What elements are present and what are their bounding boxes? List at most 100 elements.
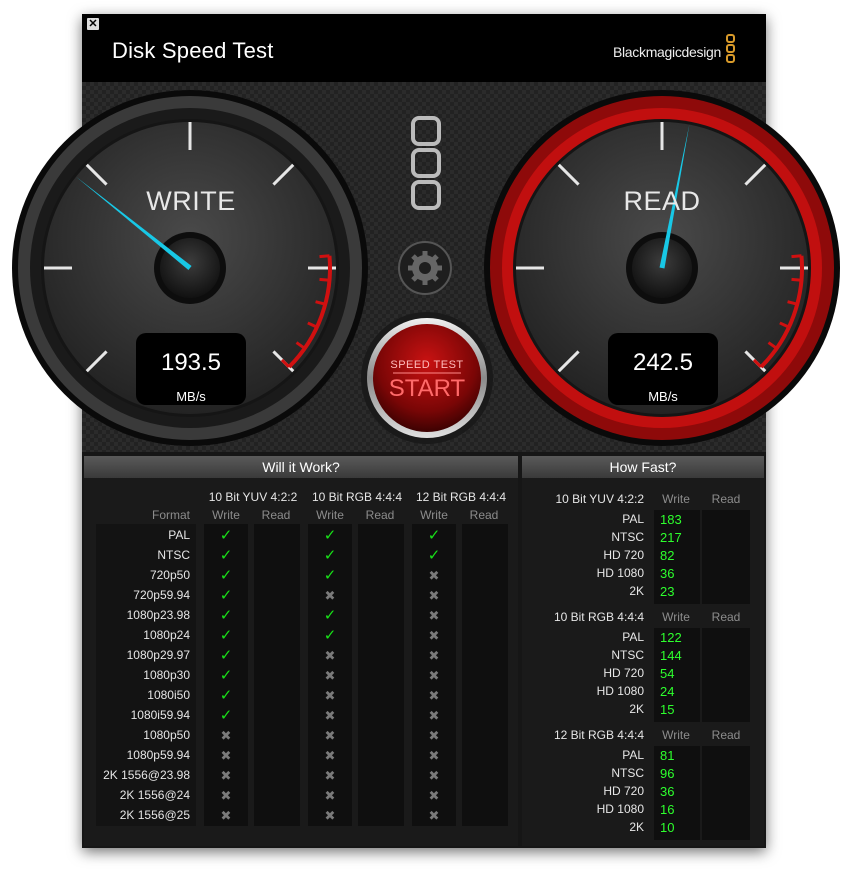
read-column-bg	[462, 524, 508, 826]
format-group-header: 10 Bit RGB 4:4:4	[311, 490, 403, 504]
check-icon: ✓	[219, 567, 233, 584]
close-button[interactable]: ✕	[87, 18, 99, 30]
cross-icon: ✖	[220, 768, 232, 783]
read-column-bg	[702, 510, 750, 604]
speed-row-label: HD 1080	[596, 684, 644, 698]
write-column-header: Write	[212, 508, 240, 522]
format-row-label: 1080i50	[147, 688, 190, 702]
fps-value: 122	[660, 630, 682, 645]
check-icon: ✓	[219, 587, 233, 604]
read-column-bg	[702, 628, 750, 722]
cross-icon: ✖	[428, 788, 440, 803]
format-row-label: 2K 1556@25	[119, 808, 190, 822]
results-panel: Will it Work? 10 Bit YUV 4:2:2 Write Read 1…	[82, 452, 766, 848]
fps-value: 54	[660, 666, 675, 681]
read-speed-value: 242.5	[632, 349, 694, 376]
fps-value: 81	[660, 748, 675, 763]
format-row-label: 720p59.94	[133, 588, 190, 602]
check-icon: ✓	[219, 667, 233, 684]
check-icon: ✓	[219, 687, 233, 704]
format-row-label: 1080p59.94	[126, 748, 190, 762]
read-column-header: Read	[365, 508, 395, 522]
cross-icon: ✖	[324, 748, 336, 763]
fps-value: 36	[660, 566, 675, 581]
write-readout: 193.5 MB/s	[136, 333, 246, 405]
speed-row-label: 2K	[629, 702, 644, 716]
cross-icon: ✖	[428, 608, 440, 623]
check-icon: ✓	[219, 707, 233, 724]
format-column-header: Format	[151, 508, 190, 522]
cross-icon: ✖	[428, 728, 440, 743]
gauge-red-tick	[787, 300, 798, 306]
speed-row-label: HD 720	[603, 666, 644, 680]
read-column-header: Read	[711, 492, 741, 506]
check-icon: ✓	[323, 627, 337, 644]
cross-icon: ✖	[220, 748, 232, 763]
read-column-header: Read	[711, 610, 741, 624]
check-icon: ✓	[219, 627, 233, 644]
title-bar: ✕ Disk Speed Test Blackmagicdesign	[82, 14, 766, 82]
check-icon: ✓	[323, 547, 337, 564]
speed-row-label: NTSC	[611, 530, 644, 544]
cross-icon: ✖	[324, 768, 336, 783]
cross-icon: ✖	[428, 628, 440, 643]
brand-logo-icon	[726, 34, 738, 72]
read-column-header: Read	[711, 728, 741, 742]
window-title: Disk Speed Test	[112, 38, 274, 63]
cross-icon: ✖	[428, 648, 440, 663]
read-column-header: Read	[469, 508, 499, 522]
how-fast-section: How Fast? 10 Bit YUV 4:2:2 Write Read PAL 18…	[522, 456, 764, 846]
cross-icon: ✖	[220, 788, 232, 803]
cross-icon: ✖	[428, 588, 440, 603]
fps-value: 16	[660, 802, 675, 817]
cross-icon: ✖	[324, 808, 336, 823]
write-speed-unit: MB/s	[176, 389, 206, 404]
speed-row-label: PAL	[622, 630, 644, 644]
check-icon: ✓	[323, 527, 337, 544]
read-column-bg	[254, 524, 300, 826]
fps-value: 15	[660, 702, 675, 717]
read-speed-unit: MB/s	[648, 389, 678, 404]
check-icon: ✓	[219, 647, 233, 664]
speed-row-label: HD 720	[603, 548, 644, 562]
gauge-red-tick	[791, 254, 802, 259]
format-row-label: 2K 1556@23.98	[103, 768, 190, 782]
write-column-header: Write	[662, 610, 690, 624]
cross-icon: ✖	[428, 688, 440, 703]
cross-icon: ✖	[220, 808, 232, 823]
speed-row-label: 2K	[629, 584, 644, 598]
check-icon: ✓	[323, 567, 337, 584]
speed-row-label: HD 1080	[596, 566, 644, 580]
format-group-header: 12 Bit RGB 4:4:4	[415, 490, 507, 504]
write-column-header: Write	[420, 508, 448, 522]
app-window: ✕ Disk Speed Test Blackmagicdesign Will …	[82, 14, 766, 848]
check-icon: ✓	[219, 547, 233, 564]
format-row-label: 1080p23.98	[126, 608, 190, 622]
gauge-red-tick	[779, 321, 790, 329]
speed-row-label: 2K	[629, 820, 644, 834]
speed-group-header: 10 Bit YUV 4:2:2	[555, 492, 645, 506]
start-button[interactable]: START	[384, 375, 470, 403]
check-icon: ✓	[427, 547, 441, 564]
fps-value: 82	[660, 548, 675, 563]
write-speed-value: 193.5	[160, 349, 222, 376]
how-fast-title: How Fast?	[522, 456, 764, 478]
cross-icon: ✖	[428, 808, 440, 823]
cross-icon: ✖	[324, 648, 336, 663]
speed-group-header: 10 Bit RGB 4:4:4	[553, 610, 644, 624]
will-it-work-title: Will it Work?	[84, 456, 518, 478]
cross-icon: ✖	[428, 748, 440, 763]
format-row-label: 720p50	[149, 568, 190, 582]
write-column-header: Write	[316, 508, 344, 522]
cross-icon: ✖	[324, 788, 336, 803]
format-row-label: 1080p29.97	[126, 648, 190, 662]
cross-icon: ✖	[428, 568, 440, 583]
will-it-work-section: Will it Work? 10 Bit YUV 4:2:2 Write Read 1…	[84, 456, 518, 846]
brand-name: Blackmagicdesign	[612, 44, 721, 60]
gauge-red-tick	[791, 277, 802, 282]
fps-value: 36	[660, 784, 675, 799]
format-row-label: 1080p50	[143, 728, 190, 742]
read-column-bg	[358, 524, 404, 826]
speed-row-label: NTSC	[611, 648, 644, 662]
cross-icon: ✖	[324, 688, 336, 703]
